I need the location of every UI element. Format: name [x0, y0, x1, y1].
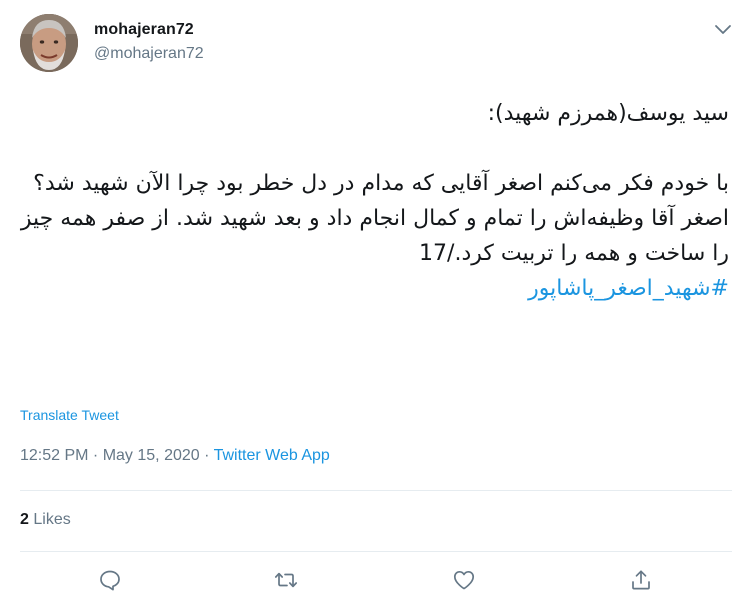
divider [20, 551, 732, 552]
tweet-text: سید یوسف(همرزم شهید): با خودم فکر می‌کنم… [17, 96, 729, 306]
likes-count: 2 [20, 511, 29, 528]
avatar[interactable] [20, 14, 78, 72]
tweet-line-1: سید یوسف(همرزم شهید): [487, 101, 729, 126]
meta-separator: · [199, 447, 214, 464]
display-name[interactable]: mohajeran72 [94, 21, 194, 39]
chevron-down-icon[interactable] [714, 22, 732, 36]
tweet-source-link[interactable]: Twitter Web App [214, 447, 330, 464]
hashtag-link[interactable]: #شهید_اصغر_پاشاپور [17, 271, 729, 306]
reply-icon[interactable] [98, 568, 122, 592]
translate-tweet-link[interactable]: Translate Tweet [20, 407, 119, 423]
tweet-paragraph: با خودم فکر می‌کنم اصغر آقایی که مدام در… [20, 171, 729, 266]
share-icon[interactable] [629, 568, 653, 592]
retweet-icon[interactable] [274, 568, 298, 592]
tweet-actions [0, 568, 748, 596]
user-handle[interactable]: @mohajeran72 [94, 45, 204, 63]
meta-separator: · [88, 447, 103, 464]
likes-stat[interactable]: 2 Likes [20, 511, 71, 529]
tweet-date[interactable]: May 15, 2020 [103, 447, 200, 464]
likes-label: Likes [33, 511, 71, 528]
tweet-time[interactable]: 12:52 PM [20, 447, 88, 464]
divider [20, 490, 732, 491]
heart-icon[interactable] [452, 568, 476, 592]
tweet-metadata: 12:52 PM · May 15, 2020 · Twitter Web Ap… [20, 447, 330, 465]
tweet-header: mohajeran72 @mohajeran72 [20, 14, 732, 76]
